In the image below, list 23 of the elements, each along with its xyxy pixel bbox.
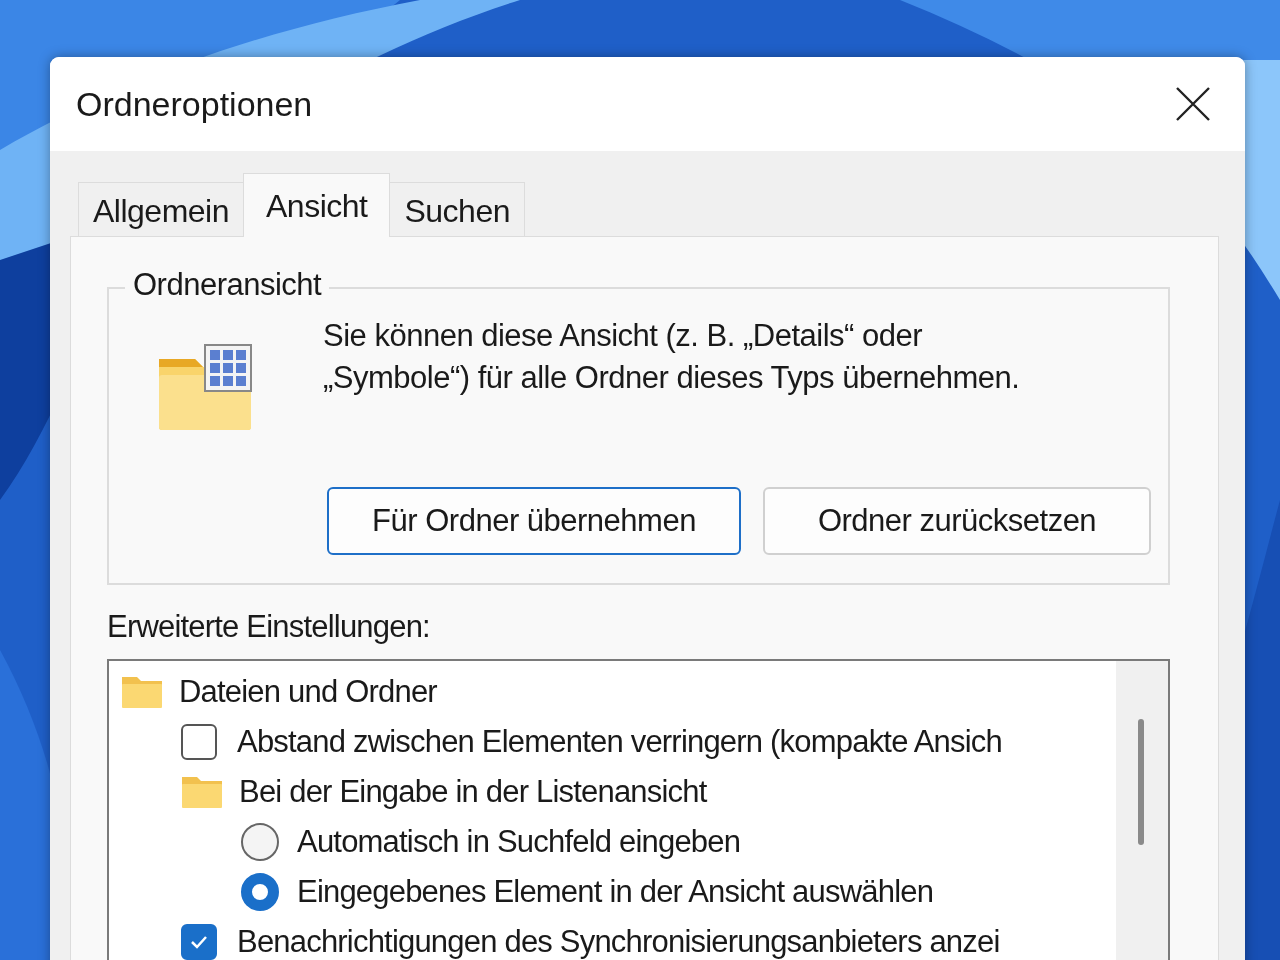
- checkbox[interactable]: [181, 924, 217, 960]
- tab[interactable]: Ansicht: [243, 173, 391, 237]
- dialog-button[interactable]: Für Ordner übernehmen: [327, 487, 741, 555]
- setting-label: Automatisch in Suchfeld eingeben: [297, 824, 741, 860]
- setting-label: Benachrichtigungen des Synchronisierungsanbieters anzei: [237, 924, 1000, 960]
- tab[interactable]: Allgemein: [78, 182, 244, 236]
- section-label: Erweiterte Einstellungen:: [107, 609, 431, 645]
- radio-button[interactable]: [241, 823, 279, 861]
- description-text: Sie können diese Ansicht (z. B. „Details“ oder „Symbole“) für alle Ordner dieses Typs übernehmen.: [323, 317, 1021, 397]
- setting-label: Dateien und Ordner: [179, 674, 437, 710]
- setting-label: Abstand zwischen Elementen verringern (kompakte Ansich: [237, 724, 1002, 760]
- checkbox[interactable]: [181, 724, 217, 760]
- setting-label: Bei der Eingabe in der Listenansicht: [239, 774, 707, 810]
- tab[interactable]: Suchen: [389, 182, 525, 236]
- setting-label: Eingegebenes Element in der Ansicht auswählen: [297, 874, 934, 910]
- folder-icon: [181, 775, 223, 809]
- dialog-button[interactable]: Ordner zurücksetzen: [763, 487, 1151, 555]
- scrollbar[interactable]: [1116, 661, 1168, 960]
- folder-view-icon: [157, 343, 255, 431]
- folder-icon: [121, 675, 163, 709]
- window-title: Ordneroptionen: [76, 84, 313, 124]
- radio-button[interactable]: [241, 873, 279, 911]
- close-icon: [1175, 86, 1211, 122]
